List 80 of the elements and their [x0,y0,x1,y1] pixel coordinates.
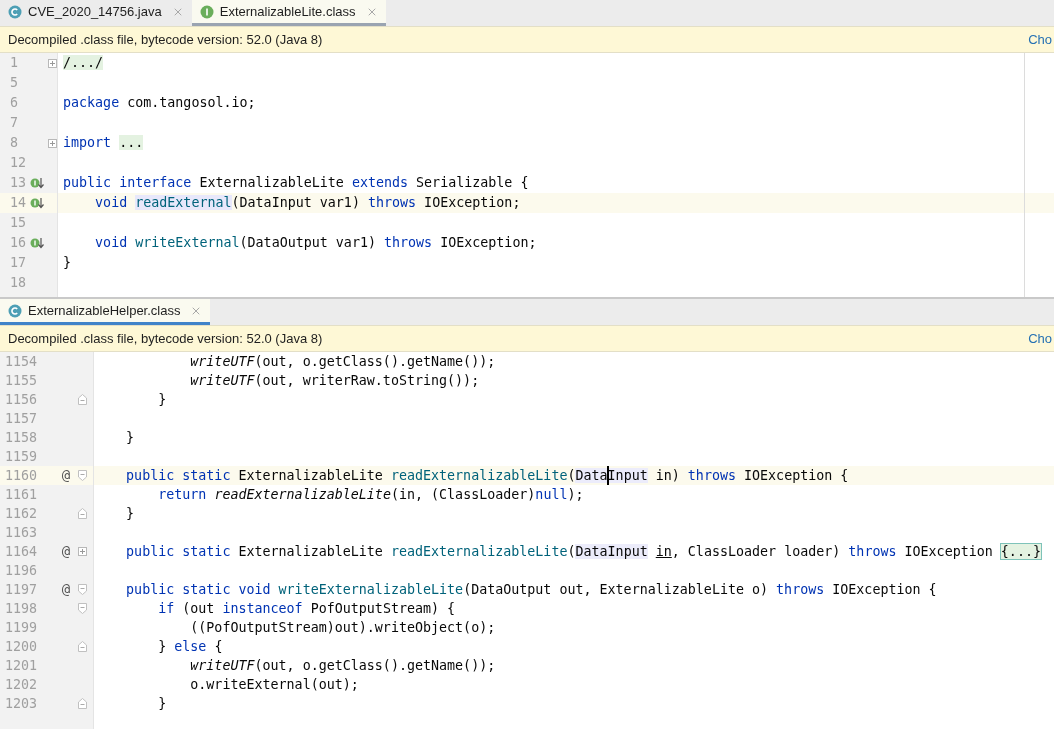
choose-sources-link[interactable]: Cho [1028,29,1054,50]
override-marker[interactable]: @ [61,465,71,486]
fold-icon[interactable] [77,603,87,614]
line-number: 6 [9,94,20,112]
line-number: 1197 [4,580,39,599]
implemented-icon[interactable] [29,177,44,189]
line-number: 14 [9,194,26,212]
fold-icon[interactable] [77,470,87,481]
line-number: 1157 [4,409,39,428]
line-number: 17 [9,254,26,272]
editor-tab[interactable]: ExternalizableLite.class [191,0,386,26]
code-line: } [157,694,167,713]
line-number: 1162 [4,504,39,523]
class-icon [8,303,22,318]
line-number: 1154 [4,352,39,371]
line-number: 1156 [4,390,39,409]
expand-icon[interactable] [47,138,57,148]
line-number: 13 [9,174,26,192]
class-icon [8,4,22,19]
code-line: } [157,390,167,409]
implemented-icon[interactable] [29,237,44,249]
line-number: 1163 [4,523,39,542]
code-line: } [125,428,135,447]
code-line: o.writeExternal(out); [189,675,359,694]
expand-icon[interactable] [77,547,87,556]
code-line: public static void writeExternalizableLite(DataOutput out, ExternalizableLite o) throws IOException { [125,580,937,599]
code-line: void writeExternal(DataOutput var1) throws IOException; [94,234,537,252]
code-line: ((PofOutputStream)out).writeObject(o); [189,618,496,637]
code-line: } [62,254,72,272]
code-line: writeUTF(out, writerRaw.toString()); [189,371,480,390]
code-line: if (out instanceof PofOutputStream) { [157,599,456,618]
code-line: } else { [157,637,223,656]
line-number: 1200 [4,637,39,656]
line-number: 15 [9,214,26,232]
banner-text: Decompiled .class file, bytecode version: 52.0 (Java 8) [8,329,323,348]
line-number: 1159 [4,447,39,466]
code-line: public static ExternalizableLite readExternalizableLite(DataInput in) throws IOException { [125,465,849,486]
code-line: public interface ExternalizableLite extends Serializable { [62,174,529,192]
line-number: 1201 [4,656,39,675]
line-number: 5 [9,74,20,92]
line-number: 1160 [4,466,39,485]
line-number: 18 [9,274,26,292]
fold-icon[interactable] [77,584,87,595]
line-number: 1198 [4,599,39,618]
line-number: 7 [9,114,20,132]
code-line: package com.tangosol.io; [62,94,256,112]
code-line: void readExternal(DataInput var1) throws IOException; [94,194,521,212]
line-number: 1 [9,54,20,72]
code-line: writeUTF(out, o.getClass().getName()); [189,352,496,371]
tab-label: CVE_2020_14756.java [28,2,162,21]
line-number: 1199 [4,618,39,637]
override-marker[interactable]: @ [61,579,71,600]
code-line: } [125,504,135,523]
code-line: import ... [62,134,144,152]
banner-text: Decompiled .class file, bytecode version: 52.0 (Java 8) [8,30,323,49]
expand-icon[interactable] [47,58,57,68]
fold-icon[interactable] [77,698,87,709]
code-line: return readExternalizableLite(in, (ClassLoader)null); [157,485,584,504]
line-number: 1202 [4,675,39,694]
tab-label: ExternalizableHelper.class [28,301,181,320]
override-marker[interactable]: @ [61,541,71,562]
line-number: 16 [9,234,26,252]
editor-tab[interactable]: ExternalizableHelper.class [0,299,211,325]
fold-icon[interactable] [77,508,87,519]
implemented-icon[interactable] [29,197,44,209]
line-number: 1161 [4,485,39,504]
tab-label: ExternalizableLite.class [219,2,356,21]
fold-icon[interactable] [77,394,87,405]
fold-icon[interactable] [77,641,87,652]
line-number: 12 [9,154,26,172]
line-number: 1155 [4,371,39,390]
choose-sources-link[interactable]: Cho [1028,328,1054,349]
code-line: public static ExternalizableLite readExternalizableLite(DataInput in, ClassLoader loader) throws IOException {...} [125,542,1041,561]
line-number: 1164 [4,542,39,561]
code-line: writeUTF(out, o.getClass().getName()); [189,656,496,675]
line-number: 8 [9,134,20,152]
line-number: 1158 [4,428,39,447]
interface-icon [199,4,214,19]
line-number: 1196 [4,561,39,580]
line-number: 1203 [4,694,39,713]
